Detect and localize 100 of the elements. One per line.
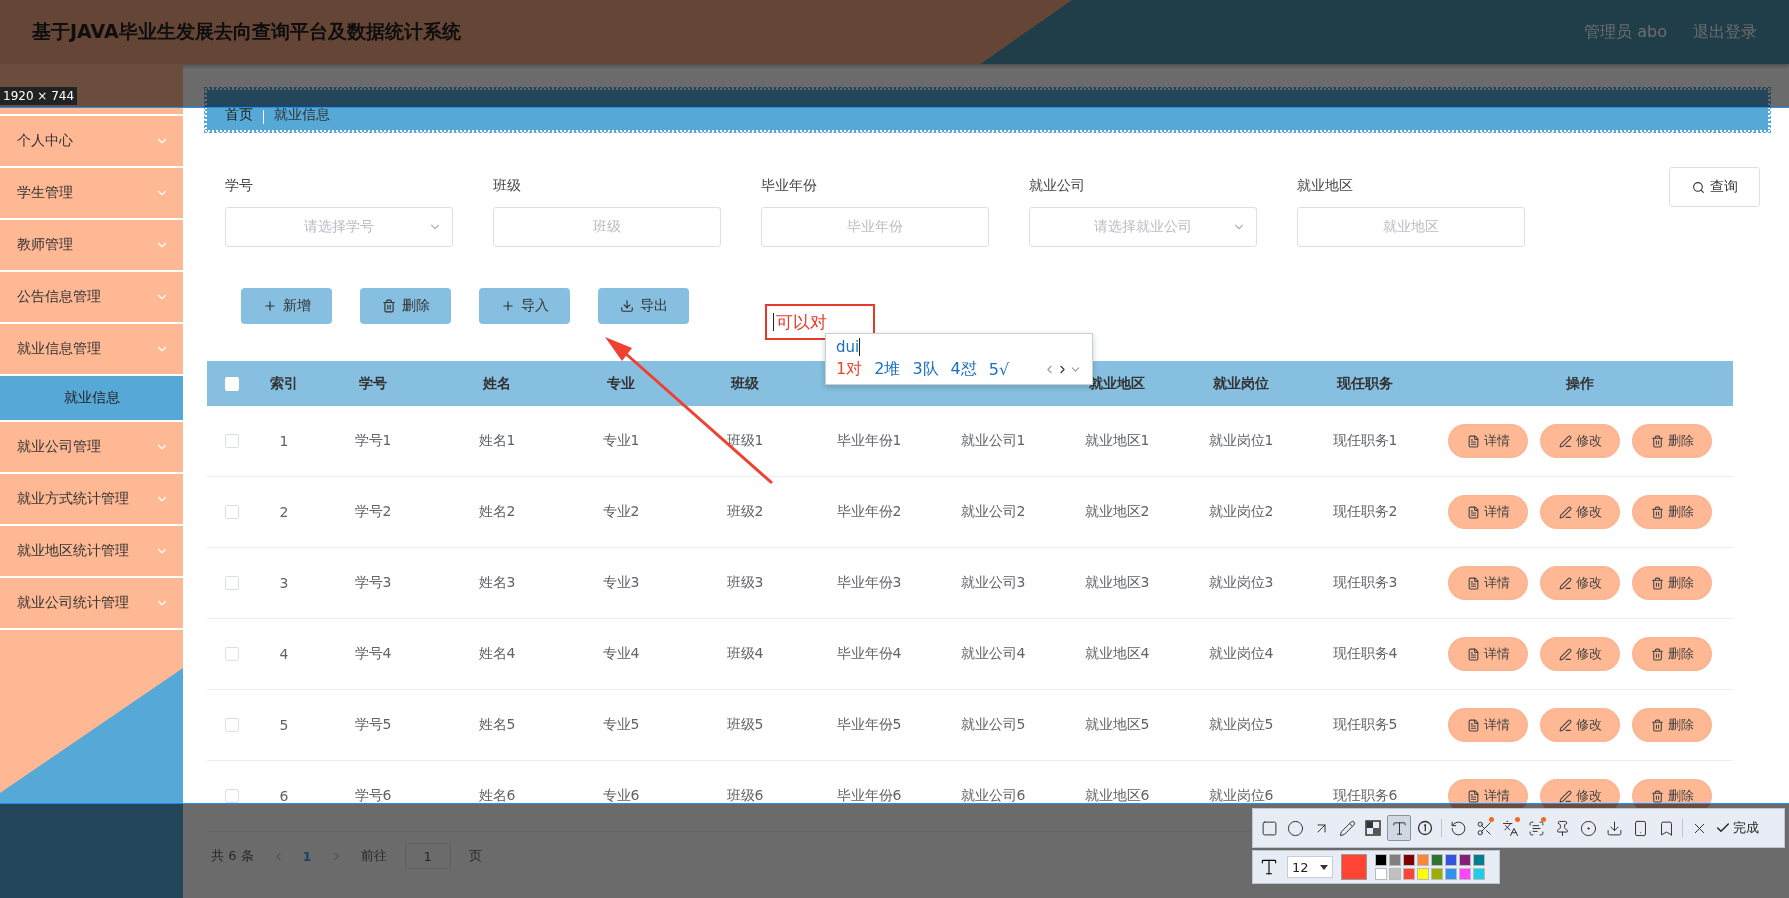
pen-icon — [1558, 576, 1572, 590]
row-checkbox[interactable] — [225, 576, 239, 590]
color-swatch[interactable] — [1459, 868, 1471, 880]
table-cell-text: 就业岗位3 — [1207, 574, 1275, 592]
select-all-checkbox[interactable] — [225, 376, 239, 391]
table-cell-text: 就业岗位5 — [1207, 716, 1275, 734]
row-action-button[interactable]: 删除 — [1632, 424, 1712, 458]
row-action-button[interactable]: 删除 — [1632, 566, 1712, 600]
table-cell-text: 专业3 — [601, 574, 641, 592]
breadcrumb-link[interactable]: 就业信息 — [274, 106, 330, 124]
record-icon — [1579, 819, 1597, 837]
table-cell-text: 专业5 — [601, 716, 641, 734]
sidebar-item[interactable]: 公告信息管理 — [0, 272, 183, 324]
row-action-button[interactable]: 修改 — [1540, 637, 1620, 671]
table-cell-text: 现任职务1 — [1331, 432, 1399, 450]
table-cell-text: 学号6 — [353, 787, 393, 805]
table-cell-text: 就业公司3 — [959, 574, 1027, 592]
color-swatch[interactable] — [1431, 868, 1443, 880]
color-swatch[interactable] — [1417, 854, 1429, 866]
sidebar-item[interactable]: 学生管理 — [0, 168, 183, 220]
table-cell-text: 就业岗位2 — [1207, 503, 1275, 521]
row-action-button[interactable]: 详情 — [1448, 495, 1528, 529]
translate-icon — [1501, 819, 1519, 837]
row-checkbox[interactable] — [225, 505, 239, 519]
sidebar-item[interactable]: 教师管理 — [0, 220, 183, 272]
color-swatch[interactable] — [1403, 854, 1415, 866]
current-color-swatch[interactable] — [1341, 854, 1367, 880]
table-cell-text: 专业4 — [601, 645, 641, 663]
color-swatch[interactable] — [1375, 854, 1387, 866]
table-cell-text: 就业岗位4 — [1207, 645, 1275, 663]
sidebar-subitem[interactable]: 就业信息 — [0, 376, 183, 422]
table-cell-text: 姓名5 — [477, 716, 517, 734]
trash-icon — [1650, 647, 1664, 661]
table-cell-text: 5 — [278, 717, 290, 733]
download-icon — [1605, 819, 1623, 837]
search-button[interactable]: 查询 — [1669, 167, 1760, 207]
ime-candidate[interactable]: 4怼 — [950, 358, 977, 380]
row-checkbox[interactable] — [225, 434, 239, 448]
size-label: 1920 × 744 — [0, 87, 78, 105]
color-swatch[interactable] — [1431, 854, 1443, 866]
row-checkbox[interactable] — [225, 647, 239, 661]
row-action-button[interactable]: 修改 — [1540, 566, 1620, 600]
row-action-button[interactable]: 修改 — [1540, 424, 1620, 458]
ime-candidate[interactable]: 2堆 — [874, 358, 901, 380]
column-header: 专业 — [606, 374, 636, 393]
column-header: 姓名 — [482, 374, 512, 393]
done-button[interactable]: 完成 — [1713, 819, 1761, 837]
color-swatch[interactable] — [1375, 868, 1387, 880]
pencil-icon — [1338, 819, 1356, 837]
ime-candidate[interactable]: 3队 — [912, 358, 939, 380]
table-cell-text: 班级3 — [725, 574, 765, 592]
table-cell-text: 就业公司4 — [959, 645, 1027, 663]
row-action-button[interactable]: 修改 — [1540, 708, 1620, 742]
table-cell-text: 就业地区4 — [1083, 645, 1151, 663]
table-cell-text: 姓名6 — [477, 787, 517, 805]
row-action-button[interactable]: 删除 — [1632, 495, 1712, 529]
document-icon — [1466, 576, 1480, 590]
table-cell-text: 就业地区3 — [1083, 574, 1151, 592]
row-action-button[interactable]: 详情 — [1448, 566, 1528, 600]
color-swatch[interactable] — [1403, 868, 1415, 880]
row-action-button[interactable]: 删除 — [1632, 708, 1712, 742]
color-swatch[interactable] — [1417, 868, 1429, 880]
circle-icon — [1286, 819, 1304, 837]
table-cell-text: 就业地区5 — [1083, 716, 1151, 734]
pen-icon — [1558, 789, 1572, 803]
color-swatch[interactable] — [1389, 854, 1401, 866]
color-swatch[interactable] — [1445, 868, 1457, 880]
color-swatch[interactable] — [1389, 868, 1401, 880]
table-cell-text: 毕业年份6 — [835, 787, 903, 805]
color-swatch[interactable] — [1473, 854, 1485, 866]
row-action-button[interactable]: 修改 — [1540, 495, 1620, 529]
row-action-button[interactable]: 删除 — [1632, 637, 1712, 671]
table-cell-text: 班级1 — [725, 432, 765, 450]
color-swatch[interactable] — [1459, 854, 1471, 866]
pen-icon — [1558, 718, 1572, 732]
color-swatch[interactable] — [1445, 854, 1457, 866]
table-cell-text: 姓名2 — [477, 503, 517, 521]
sidebar-item[interactable]: 就业公司统计管理 — [0, 578, 183, 630]
row-action-button[interactable]: 详情 — [1448, 424, 1528, 458]
ime-candidate[interactable]: 1对 — [836, 358, 863, 380]
ime-candidate[interactable]: 5√ — [988, 359, 1010, 379]
table-cell-text: 姓名1 — [477, 432, 517, 450]
breadcrumb-link[interactable]: 首页 — [225, 106, 253, 124]
table-cell-text: 4 — [278, 646, 290, 662]
row-action-button[interactable]: 详情 — [1448, 708, 1528, 742]
row-action-button[interactable]: 详情 — [1448, 637, 1528, 671]
sidebar-item[interactable]: 就业方式统计管理 — [0, 474, 183, 526]
sidebar-item[interactable]: 就业公司管理 — [0, 422, 183, 474]
download-icon — [619, 299, 634, 313]
row-checkbox[interactable] — [225, 718, 239, 732]
font-size-select[interactable]: 12 — [1287, 856, 1333, 878]
pen-icon — [1558, 505, 1572, 519]
tool-button[interactable] — [1387, 815, 1411, 841]
column-header: 就业岗位 — [1212, 374, 1270, 393]
table-cell-text: 姓名3 — [477, 574, 517, 592]
row-checkbox[interactable] — [225, 789, 239, 803]
sidebar-item[interactable]: 就业地区统计管理 — [0, 526, 183, 578]
color-swatch[interactable] — [1473, 868, 1485, 880]
sidebar-item[interactable]: 个人中心 — [0, 116, 183, 168]
field-label: 班级 — [493, 177, 522, 195]
